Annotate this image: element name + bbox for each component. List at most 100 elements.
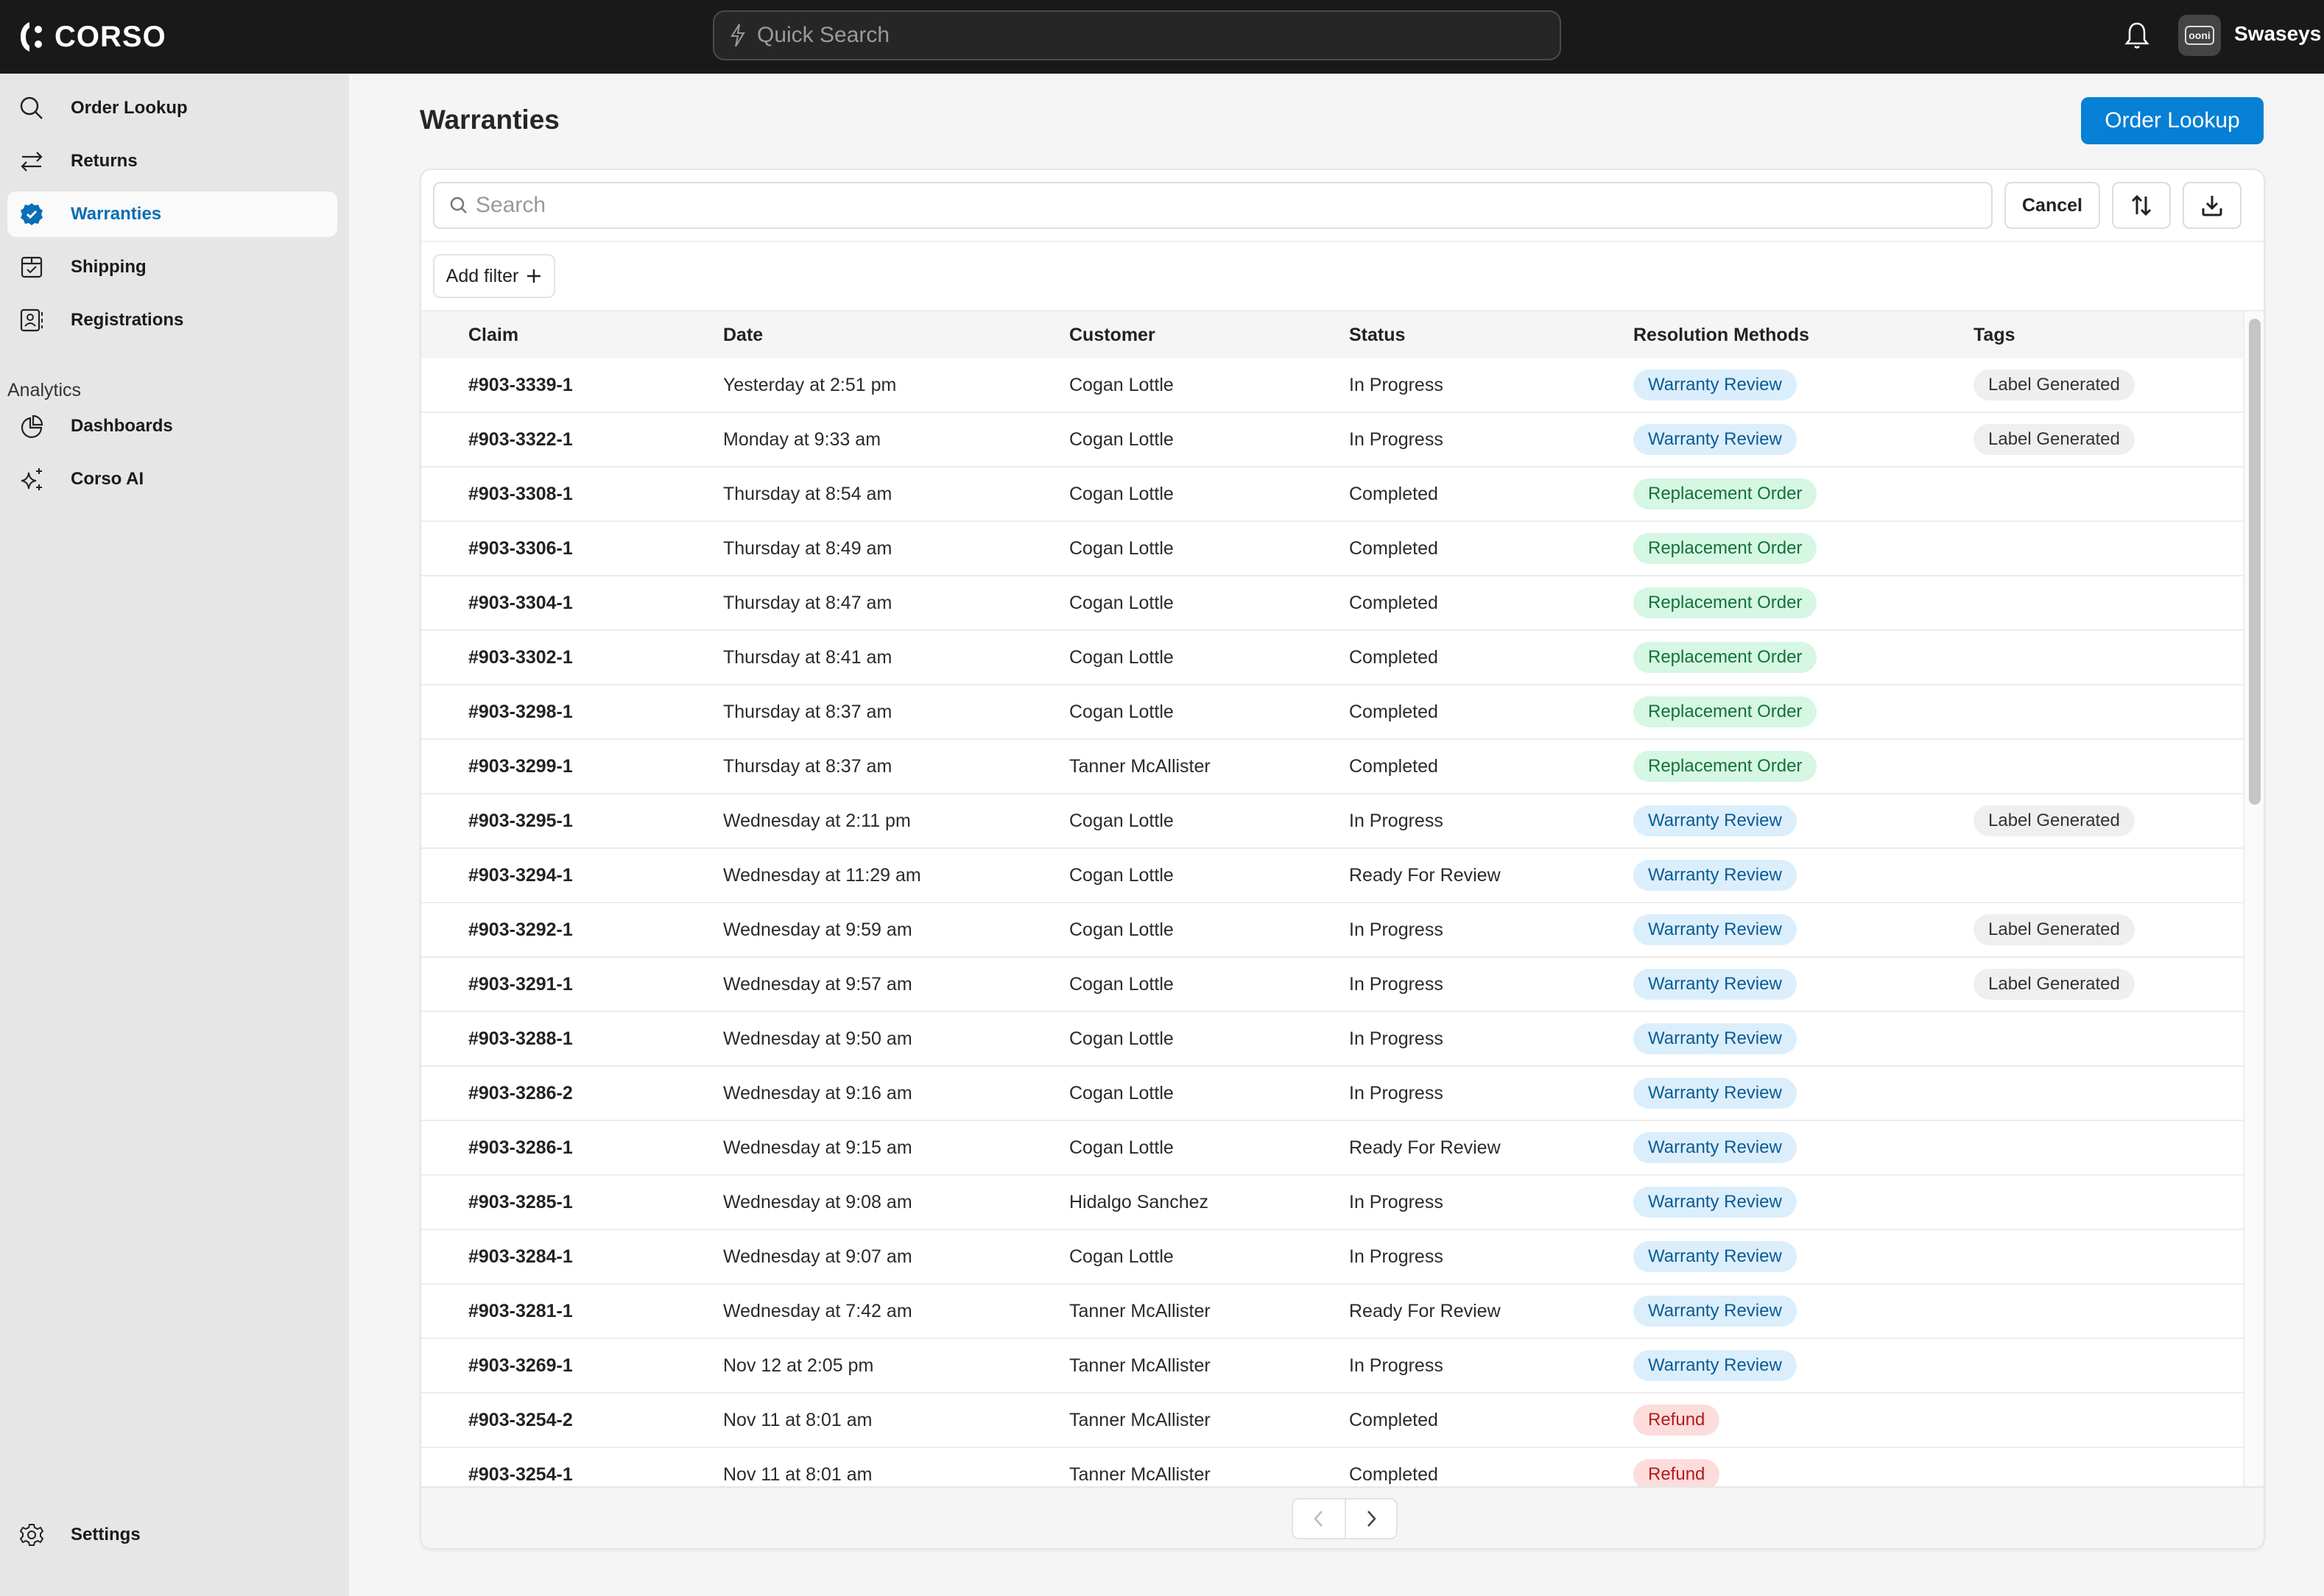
table-row[interactable]: #903-3284-1 Wednesday at 9:07 am Cogan Lot… xyxy=(421,1230,2243,1285)
scrollbar-thumb[interactable] xyxy=(2249,319,2261,805)
corso-logo[interactable]: CORSO xyxy=(18,18,166,56)
claim-date: Wednesday at 9:08 am xyxy=(723,1191,912,1212)
table-row[interactable]: #903-3339-1 Yesterday at 2:51 pm Cogan Lot… xyxy=(421,359,2243,413)
sidebar-item-shipping[interactable]: Shipping xyxy=(7,244,337,290)
claim-date: Wednesday at 9:15 am xyxy=(723,1137,912,1158)
table-row[interactable]: #903-3291-1 Wednesday at 9:57 am Cogan Lot… xyxy=(421,958,2243,1012)
table-row[interactable]: #903-3294-1 Wednesday at 11:29 am Cogan Lo… xyxy=(421,849,2243,903)
claim-id[interactable]: #903-3254-1 xyxy=(468,1464,573,1485)
table-row[interactable]: #903-3292-1 Wednesday at 9:59 am Cogan Lot… xyxy=(421,903,2243,958)
claim-id[interactable]: #903-3306-1 xyxy=(468,538,573,559)
download-icon xyxy=(2202,196,2222,216)
account-name[interactable]: Swaseys xyxy=(2234,22,2321,46)
claim-date: Wednesday at 9:07 am xyxy=(723,1246,912,1267)
download-button[interactable] xyxy=(2183,182,2242,229)
claim-date: Nov 11 at 8:01 am xyxy=(723,1409,873,1430)
table-row[interactable]: #903-3302-1 Thursday at 8:41 am Cogan Lott… xyxy=(421,631,2243,685)
table-row[interactable]: #903-3295-1 Wednesday at 2:11 pm Cogan Lot… xyxy=(421,794,2243,849)
column-header-status[interactable]: Status xyxy=(1349,325,1633,346)
table-row[interactable]: #903-3254-1 Nov 11 at 8:01 am Tanner McAll… xyxy=(421,1448,2243,1486)
table-row[interactable]: #903-3308-1 Thursday at 8:54 am Cogan Lott… xyxy=(421,467,2243,522)
column-header-resolution-methods[interactable]: Resolution Methods xyxy=(1633,325,1973,346)
search-placeholder: Search xyxy=(476,193,546,217)
claim-id[interactable]: #903-3254-2 xyxy=(468,1410,573,1430)
claim-status: Completed xyxy=(1349,646,1438,668)
table-scrollbar[interactable] xyxy=(2243,311,2264,1486)
claim-id[interactable]: #903-3302-1 xyxy=(468,647,573,668)
warranties-table-card: Search Cancel Add filter Claim Date Cust… xyxy=(420,169,2265,1550)
claim-id[interactable]: #903-3292-1 xyxy=(468,919,573,940)
claim-status: In Progress xyxy=(1349,1082,1443,1104)
table-row[interactable]: #903-3306-1 Thursday at 8:49 am Cogan Lott… xyxy=(421,522,2243,576)
top-bar: CORSO Quick Search ooni Swaseys xyxy=(0,0,2324,74)
add-filter-button[interactable]: Add filter xyxy=(433,254,555,298)
sidebar-item-order-lookup[interactable]: Order Lookup xyxy=(7,85,337,131)
sidebar-item-registrations[interactable]: Registrations xyxy=(7,297,337,343)
sidebar-item-warranties[interactable]: Warranties xyxy=(7,191,337,237)
claim-id[interactable]: #903-3286-2 xyxy=(468,1083,573,1104)
claim-id[interactable]: #903-3299-1 xyxy=(468,756,573,777)
table-row[interactable]: #903-3288-1 Wednesday at 9:50 am Cogan Lot… xyxy=(421,1012,2243,1067)
table-row[interactable]: #903-3304-1 Thursday at 8:47 am Cogan Lott… xyxy=(421,576,2243,631)
resolution-method-badge: Warranty Review xyxy=(1633,1132,1797,1163)
sidebar-item-corso-ai[interactable]: Corso AI xyxy=(7,456,337,502)
claim-id[interactable]: #903-3288-1 xyxy=(468,1028,573,1049)
table-row[interactable]: #903-3322-1 Monday at 9:33 am Cogan Lottle… xyxy=(421,413,2243,467)
order-lookup-button[interactable]: Order Lookup xyxy=(2081,97,2264,144)
sidebar-item-settings[interactable]: Settings xyxy=(7,1512,337,1558)
pie-chart-icon xyxy=(19,414,44,439)
claim-id[interactable]: #903-3322-1 xyxy=(468,429,573,450)
resolution-method-badge: Refund xyxy=(1633,1405,1720,1436)
table-row[interactable]: #903-3286-2 Wednesday at 9:16 am Cogan Lot… xyxy=(421,1067,2243,1121)
verified-badge-icon xyxy=(19,202,44,227)
customer-name: Cogan Lottle xyxy=(1069,537,1174,559)
claim-id[interactable]: #903-3298-1 xyxy=(468,702,573,722)
customer-name: Cogan Lottle xyxy=(1069,919,1174,940)
column-header-date[interactable]: Date xyxy=(723,325,1069,346)
search-input[interactable]: Search xyxy=(433,182,1993,229)
sidebar-item-label: Settings xyxy=(71,1525,141,1544)
claim-id[interactable]: #903-3308-1 xyxy=(468,484,573,504)
customer-name: Tanner McAllister xyxy=(1069,755,1211,777)
claim-id[interactable]: #903-3269-1 xyxy=(468,1355,573,1376)
resolution-method-badge: Warranty Review xyxy=(1633,1078,1797,1109)
claim-status: In Progress xyxy=(1349,374,1443,395)
claim-id[interactable]: #903-3285-1 xyxy=(468,1192,573,1212)
column-header-tags[interactable]: Tags xyxy=(1973,325,2243,346)
quick-search-input[interactable]: Quick Search xyxy=(713,10,1561,60)
table-row[interactable]: #903-3281-1 Wednesday at 7:42 am Tanner Mc… xyxy=(421,1285,2243,1339)
claim-id[interactable]: #903-3291-1 xyxy=(468,974,573,995)
claim-id[interactable]: #903-3294-1 xyxy=(468,865,573,886)
table-header: Claim Date Customer Status Resolution Me… xyxy=(421,311,2243,359)
table-row[interactable]: #903-3269-1 Nov 12 at 2:05 pm Tanner McAll… xyxy=(421,1339,2243,1394)
next-page-button[interactable] xyxy=(1345,1500,1396,1538)
resolution-method-badge: Warranty Review xyxy=(1633,969,1797,1000)
package-check-icon xyxy=(19,255,44,280)
table-row[interactable]: #903-3286-1 Wednesday at 9:15 am Cogan Lot… xyxy=(421,1121,2243,1176)
claim-id[interactable]: #903-3339-1 xyxy=(468,375,573,395)
cancel-button[interactable]: Cancel xyxy=(2004,182,2100,229)
plus-icon xyxy=(527,269,541,283)
resolution-method-badge: Warranty Review xyxy=(1633,370,1797,400)
sidebar-item-returns[interactable]: Returns xyxy=(7,138,337,184)
claim-id[interactable]: #903-3295-1 xyxy=(468,811,573,831)
claim-id[interactable]: #903-3284-1 xyxy=(468,1246,573,1267)
account-avatar[interactable]: ooni xyxy=(2178,15,2221,56)
table-row[interactable]: #903-3298-1 Thursday at 8:37 am Cogan Lott… xyxy=(421,685,2243,740)
claim-date: Wednesday at 2:11 pm xyxy=(723,810,911,831)
claim-id[interactable]: #903-3304-1 xyxy=(468,593,573,613)
claim-id[interactable]: #903-3281-1 xyxy=(468,1301,573,1321)
sidebar-item-dashboards[interactable]: Dashboards xyxy=(7,403,337,449)
table-row[interactable]: #903-3299-1 Thursday at 8:37 am Tanner McA… xyxy=(421,740,2243,794)
claim-id[interactable]: #903-3286-1 xyxy=(468,1137,573,1158)
table-row[interactable]: #903-3285-1 Wednesday at 9:08 am Hidalgo S… xyxy=(421,1176,2243,1230)
column-header-claim[interactable]: Claim xyxy=(421,325,723,346)
column-header-customer[interactable]: Customer xyxy=(1069,325,1349,346)
sort-button[interactable] xyxy=(2112,182,2171,229)
customer-name: Cogan Lottle xyxy=(1069,1028,1174,1049)
claim-status: Completed xyxy=(1349,701,1438,722)
notification-bell-icon[interactable] xyxy=(2121,19,2153,52)
customer-name: Cogan Lottle xyxy=(1069,810,1174,831)
table-row[interactable]: #903-3254-2 Nov 11 at 8:01 am Tanner McAll… xyxy=(421,1394,2243,1448)
previous-page-button[interactable] xyxy=(1293,1500,1345,1538)
